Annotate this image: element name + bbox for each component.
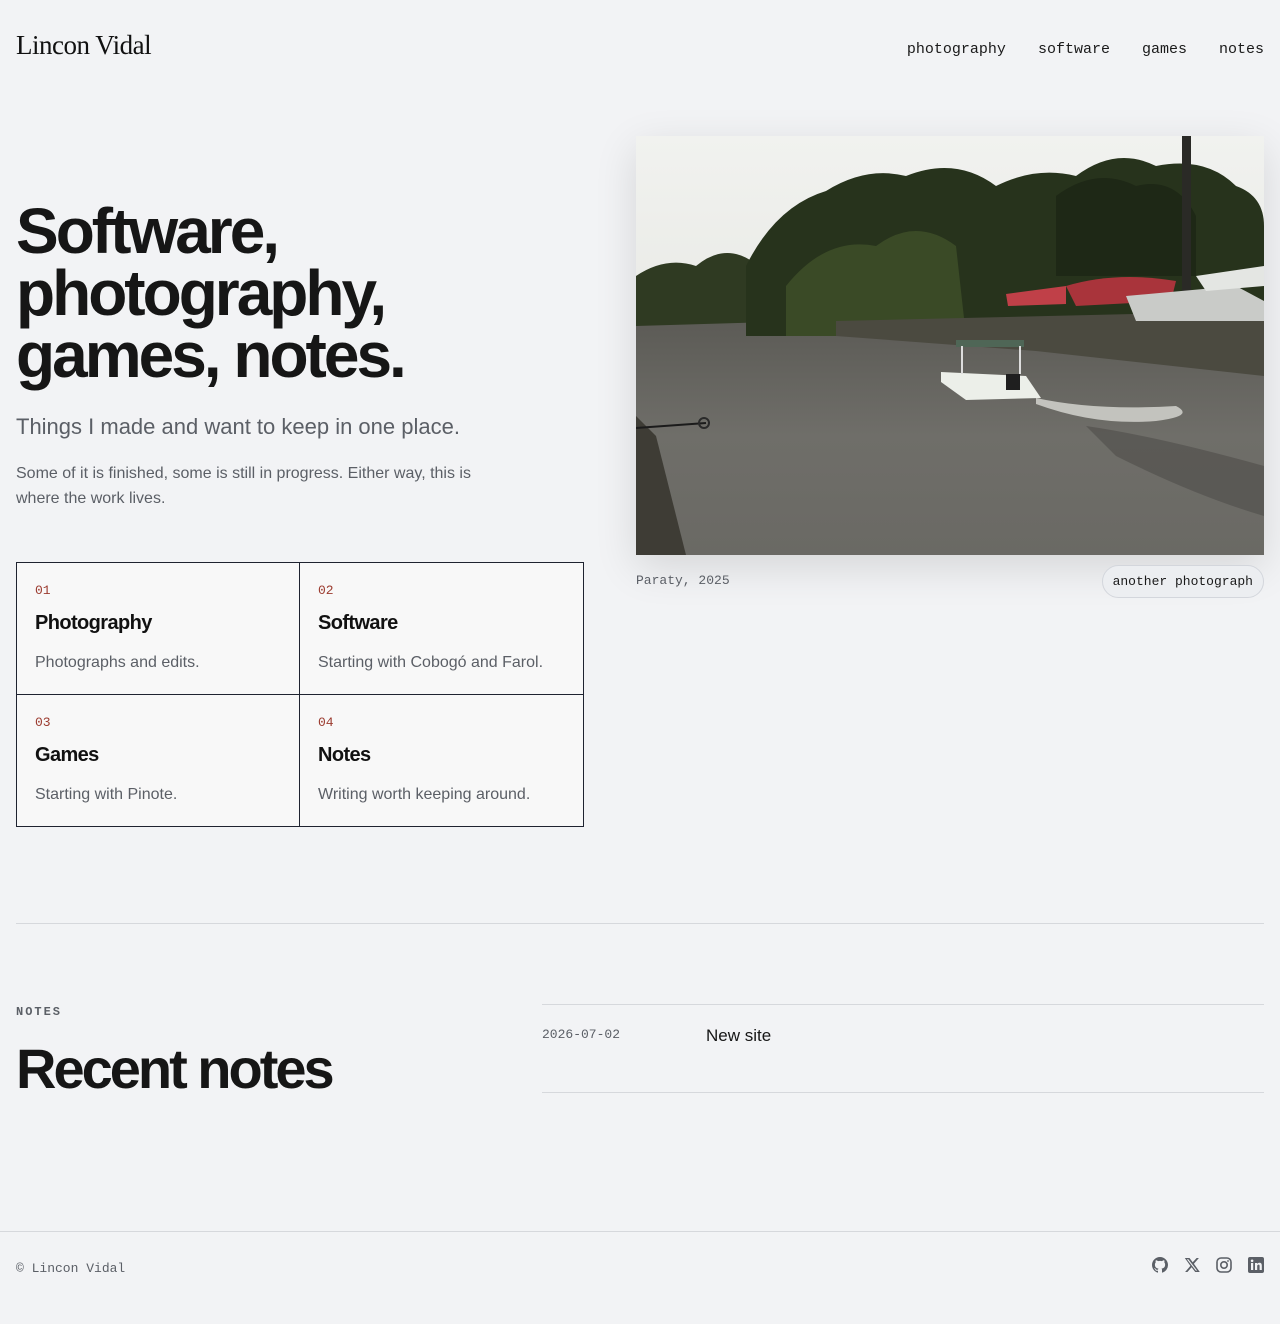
card-title: Notes — [318, 743, 371, 766]
card-games[interactable]: 03 Games Starting with Pinote. — [17, 694, 300, 826]
card-number: 02 — [318, 583, 334, 598]
hero-description: Some of it is finished, some is still in… — [16, 465, 471, 507]
hero-heading: Software, photography, games, notes. — [16, 195, 576, 391]
site-title[interactable]: Lincon Vidal — [16, 30, 152, 61]
main-nav: photography software games notes — [907, 41, 1264, 58]
card-title: Photography — [35, 612, 152, 634]
copyright: © Lincon Vidal — [16, 1261, 126, 1276]
nav-notes[interactable]: notes — [1219, 41, 1264, 58]
hero-heading-line: photography, — [16, 257, 387, 329]
nav-photography[interactable]: photography — [907, 41, 1006, 58]
card-software[interactable]: 02 Software Starting with Cobogó and Far… — [300, 563, 583, 695]
nav-games[interactable]: games — [1142, 41, 1187, 58]
hero-heading-line: Software, — [16, 195, 280, 267]
card-description: Starting with Pinote. — [35, 785, 178, 803]
linkedin-icon[interactable] — [1248, 1257, 1264, 1274]
social-links — [1152, 1257, 1264, 1274]
featured-photo — [636, 136, 1264, 555]
instagram-icon[interactable] — [1216, 1257, 1232, 1274]
card-number: 03 — [35, 714, 51, 730]
section-divider — [16, 923, 1264, 924]
card-notes[interactable]: 04 Notes Writing worth keeping around. — [300, 695, 583, 827]
card-number: 01 — [35, 583, 51, 598]
card-photography[interactable]: 01 Photography Photographs and edits. — [17, 563, 300, 695]
notes-section-label: NOTES — [16, 1005, 63, 1019]
card-description: Photographs and edits. — [35, 654, 200, 671]
river-boat-photo — [636, 136, 1264, 555]
note-date: 2026-07-02 — [542, 1027, 621, 1042]
another-photograph-button[interactable]: another photograph — [1101, 565, 1264, 598]
hero-heading-line: games, notes. — [16, 319, 407, 391]
card-number: 04 — [318, 714, 334, 730]
card-description: Starting with Cobogó and Farol. — [318, 654, 544, 671]
note-item[interactable]: 2026-07-02 New site — [542, 1005, 1264, 1093]
footer-divider — [0, 1231, 1280, 1232]
note-title[interactable]: New site — [706, 1005, 771, 1092]
github-icon[interactable] — [1152, 1257, 1168, 1274]
card-title: Software — [318, 612, 398, 634]
card-description: Writing worth keeping around. — [318, 785, 531, 803]
notes-heading: Recent notes — [16, 1037, 335, 1100]
hero-subtitle: Things I made and want to keep in one pl… — [16, 414, 460, 439]
nav-software[interactable]: software — [1038, 41, 1110, 58]
photo-caption: Paraty, 2025 — [636, 573, 730, 588]
notes-list: 2026-07-02 New site — [542, 1004, 1264, 1093]
sections-grid: 01 Photography Photographs and edits. 02… — [16, 562, 584, 827]
card-title: Games — [35, 743, 99, 766]
x-icon[interactable] — [1184, 1257, 1200, 1274]
